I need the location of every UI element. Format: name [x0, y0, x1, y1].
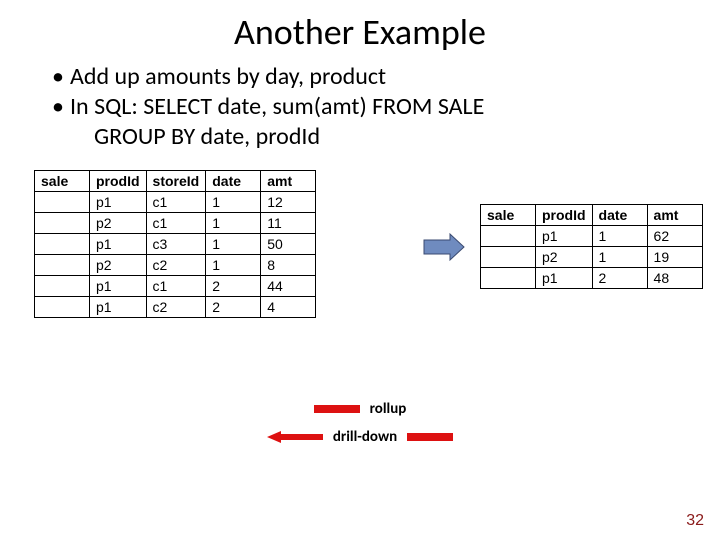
table-cell: p1	[90, 234, 147, 255]
table-row: p1c3150	[35, 234, 316, 255]
table-cell	[35, 276, 90, 297]
legend-drilldown-label: drill-down	[333, 428, 397, 446]
table-cell: 2	[592, 268, 647, 289]
table-cell: c2	[146, 255, 206, 276]
table-row: p1c1112	[35, 192, 316, 213]
table-cell: p1	[90, 297, 147, 318]
table-cell: 48	[647, 268, 702, 289]
table-cell	[481, 226, 536, 247]
table-cell: 2	[206, 297, 261, 318]
drilldown-bar-icon	[407, 433, 453, 441]
table-row: p2c1111	[35, 213, 316, 234]
table-header-row: sale prodId date amt	[481, 205, 703, 226]
table-cell: 1	[592, 226, 647, 247]
table-cell: 8	[261, 255, 316, 276]
table-cell: 1	[206, 234, 261, 255]
table-cell: 2	[206, 276, 261, 297]
table-cell: p1	[90, 276, 147, 297]
table-cell: 11	[261, 213, 316, 234]
table-cell: p2	[90, 213, 147, 234]
table-cell: 12	[261, 192, 316, 213]
table-row: p1248	[481, 268, 703, 289]
col-header: amt	[261, 171, 316, 192]
slide-title: Another Example	[0, 0, 720, 62]
table-cell	[35, 234, 90, 255]
table-cell: 1	[206, 192, 261, 213]
table-row: p1162	[481, 226, 703, 247]
left-table: sale prodId storeId date amt p1c1112p2c1…	[34, 170, 316, 318]
table-cell: p1	[536, 268, 593, 289]
table-cell: p1	[536, 226, 593, 247]
legend-rollup-row: rollup	[0, 400, 720, 418]
table-row: p2c218	[35, 255, 316, 276]
col-header: sale	[35, 171, 90, 192]
col-header: prodId	[90, 171, 147, 192]
col-header: sale	[481, 205, 536, 226]
col-header: amt	[647, 205, 702, 226]
col-header: date	[206, 171, 261, 192]
legend-drilldown-row: drill-down	[0, 428, 720, 446]
bullet-item-2: In SQL: SELECT date, sum(amt) FROM SALE	[52, 92, 720, 122]
right-table: sale prodId date amt p1162p2119p1248	[480, 204, 703, 289]
legend-rollup-label: rollup	[370, 400, 407, 418]
col-header: storeId	[146, 171, 206, 192]
table-cell: 62	[647, 226, 702, 247]
table-cell	[481, 268, 536, 289]
table-cell: 1	[206, 255, 261, 276]
page-number: 32	[686, 512, 704, 530]
table-cell: p2	[536, 247, 593, 268]
bullet-item-1: Add up amounts by day, product	[52, 62, 720, 92]
table-row: p1c1244	[35, 276, 316, 297]
table-cell: 50	[261, 234, 316, 255]
bullet-item-2-cont: GROUP BY date, prodId	[0, 122, 720, 152]
table-cell: c3	[146, 234, 206, 255]
table-header-row: sale prodId storeId date amt	[35, 171, 316, 192]
table-row: p2119	[481, 247, 703, 268]
rollup-bar-icon	[314, 405, 360, 413]
col-header: date	[592, 205, 647, 226]
table-cell: c1	[146, 276, 206, 297]
table-cell	[481, 247, 536, 268]
legend: rollup drill-down	[0, 400, 720, 456]
table-cell: 19	[647, 247, 702, 268]
table-cell: p2	[90, 255, 147, 276]
table-cell: 44	[261, 276, 316, 297]
rollup-arrow-icon	[420, 232, 466, 262]
table-cell: 4	[261, 297, 316, 318]
table-cell	[35, 213, 90, 234]
bullet-list: Add up amounts by day, product In SQL: S…	[0, 62, 720, 122]
table-cell: c1	[146, 213, 206, 234]
drilldown-arrow-icon	[267, 431, 323, 443]
table-cell: 1	[206, 213, 261, 234]
table-cell	[35, 192, 90, 213]
table-cell	[35, 255, 90, 276]
table-cell	[35, 297, 90, 318]
col-header: prodId	[536, 205, 593, 226]
table-cell: p1	[90, 192, 147, 213]
table-cell: 1	[592, 247, 647, 268]
table-cell: c1	[146, 192, 206, 213]
table-cell: c2	[146, 297, 206, 318]
table-row: p1c224	[35, 297, 316, 318]
